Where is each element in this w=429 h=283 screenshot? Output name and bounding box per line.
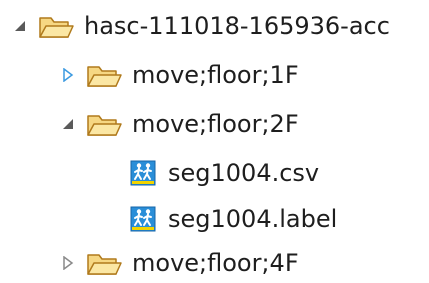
tree-node-label: seg1004.csv	[168, 159, 320, 187]
expanded-arrow-icon[interactable]	[60, 116, 76, 132]
folder-open-icon	[38, 12, 74, 40]
folder-closed-icon	[86, 61, 122, 89]
tree-node-label: move;floor;1F	[132, 61, 299, 89]
collapsed-arrow-icon[interactable]	[60, 67, 76, 83]
tree-node-label: move;floor;2F	[132, 110, 299, 138]
tree-node-folder[interactable]: move;floor;1F	[60, 55, 299, 95]
walking-person-file-icon	[130, 206, 156, 232]
tree-node-label: seg1004.label	[168, 205, 338, 233]
tree-node-file[interactable]: seg1004.label	[130, 199, 337, 239]
folder-open-icon	[86, 110, 122, 138]
tree-node-file[interactable]: seg1004.csv	[130, 153, 319, 193]
tree-node-label: hasc-111018-165936-acc	[84, 12, 390, 40]
tree-node-folder[interactable]: move;floor;4F	[60, 243, 299, 283]
walking-person-file-icon	[130, 160, 156, 186]
tree-node-root[interactable]: hasc-111018-165936-acc	[12, 6, 390, 46]
folder-closed-icon	[86, 249, 122, 277]
tree-node-folder[interactable]: move;floor;2F	[60, 104, 299, 144]
expanded-arrow-icon[interactable]	[12, 18, 28, 34]
tree-node-label: move;floor;4F	[132, 249, 299, 277]
collapsed-arrow-icon[interactable]	[60, 255, 76, 271]
file-tree: hasc-111018-165936-acc move;floor;1F mov…	[0, 0, 429, 280]
